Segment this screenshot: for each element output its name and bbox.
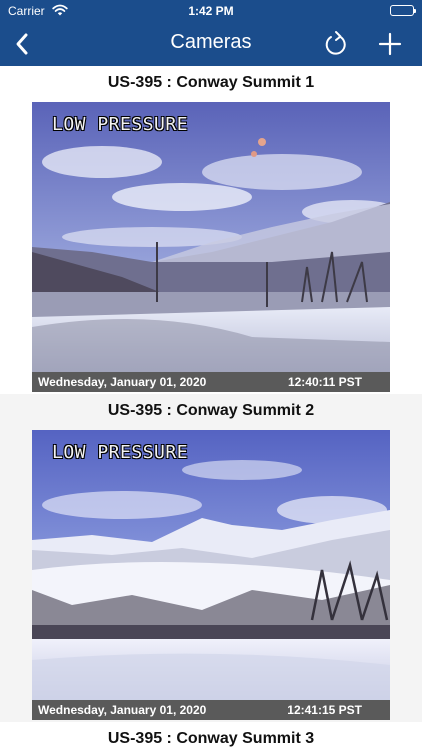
add-icon — [378, 32, 402, 56]
camera-overlay-label: LOW PRESSURE — [52, 114, 189, 135]
camera-timestamp-bar: Wednesday, January 01, 2020 12:40:11 PST — [32, 372, 390, 392]
camera-timestamp-bar: Wednesday, January 01, 2020 12:41:15 PST — [32, 700, 390, 720]
camera-date: Wednesday, January 01, 2020 — [38, 703, 207, 717]
camera-row[interactable]: US-395 : Conway Summit 2 LOW PRESSURE We… — [0, 394, 422, 722]
refresh-button[interactable] — [320, 28, 352, 60]
camera-row[interactable]: US-395 : Conway Summit 3 — [0, 722, 422, 750]
camera-overlay-label: LOW PRESSURE — [52, 442, 189, 463]
refresh-icon — [325, 31, 346, 55]
status-time: 1:42 PM — [188, 4, 234, 18]
camera-time: 12:41:15 PST — [287, 703, 362, 717]
page-title: Cameras — [170, 31, 252, 53]
status-bar: Carrier 1:42 PM — [0, 0, 422, 22]
camera-title: US-395 : Conway Summit 3 — [107, 730, 315, 747]
navigation-bar: Cameras — [0, 22, 422, 66]
camera-image[interactable]: LOW PRESSURE Wednesday, January 01, 2020… — [32, 430, 390, 720]
camera-title: US-395 : Conway Summit 1 — [107, 74, 315, 91]
camera-title: US-395 : Conway Summit 2 — [107, 402, 315, 419]
camera-date: Wednesday, January 01, 2020 — [38, 375, 207, 389]
camera-image[interactable]: LOW PRESSURE Wednesday, January 01, 2020… — [32, 102, 390, 392]
battery-icon — [390, 5, 416, 16]
camera-row[interactable]: US-395 : Conway Summit 1 LOW PRESSURE We… — [0, 66, 422, 394]
add-camera-button[interactable] — [374, 28, 406, 60]
camera-time: 12:40:11 PST — [287, 375, 362, 389]
